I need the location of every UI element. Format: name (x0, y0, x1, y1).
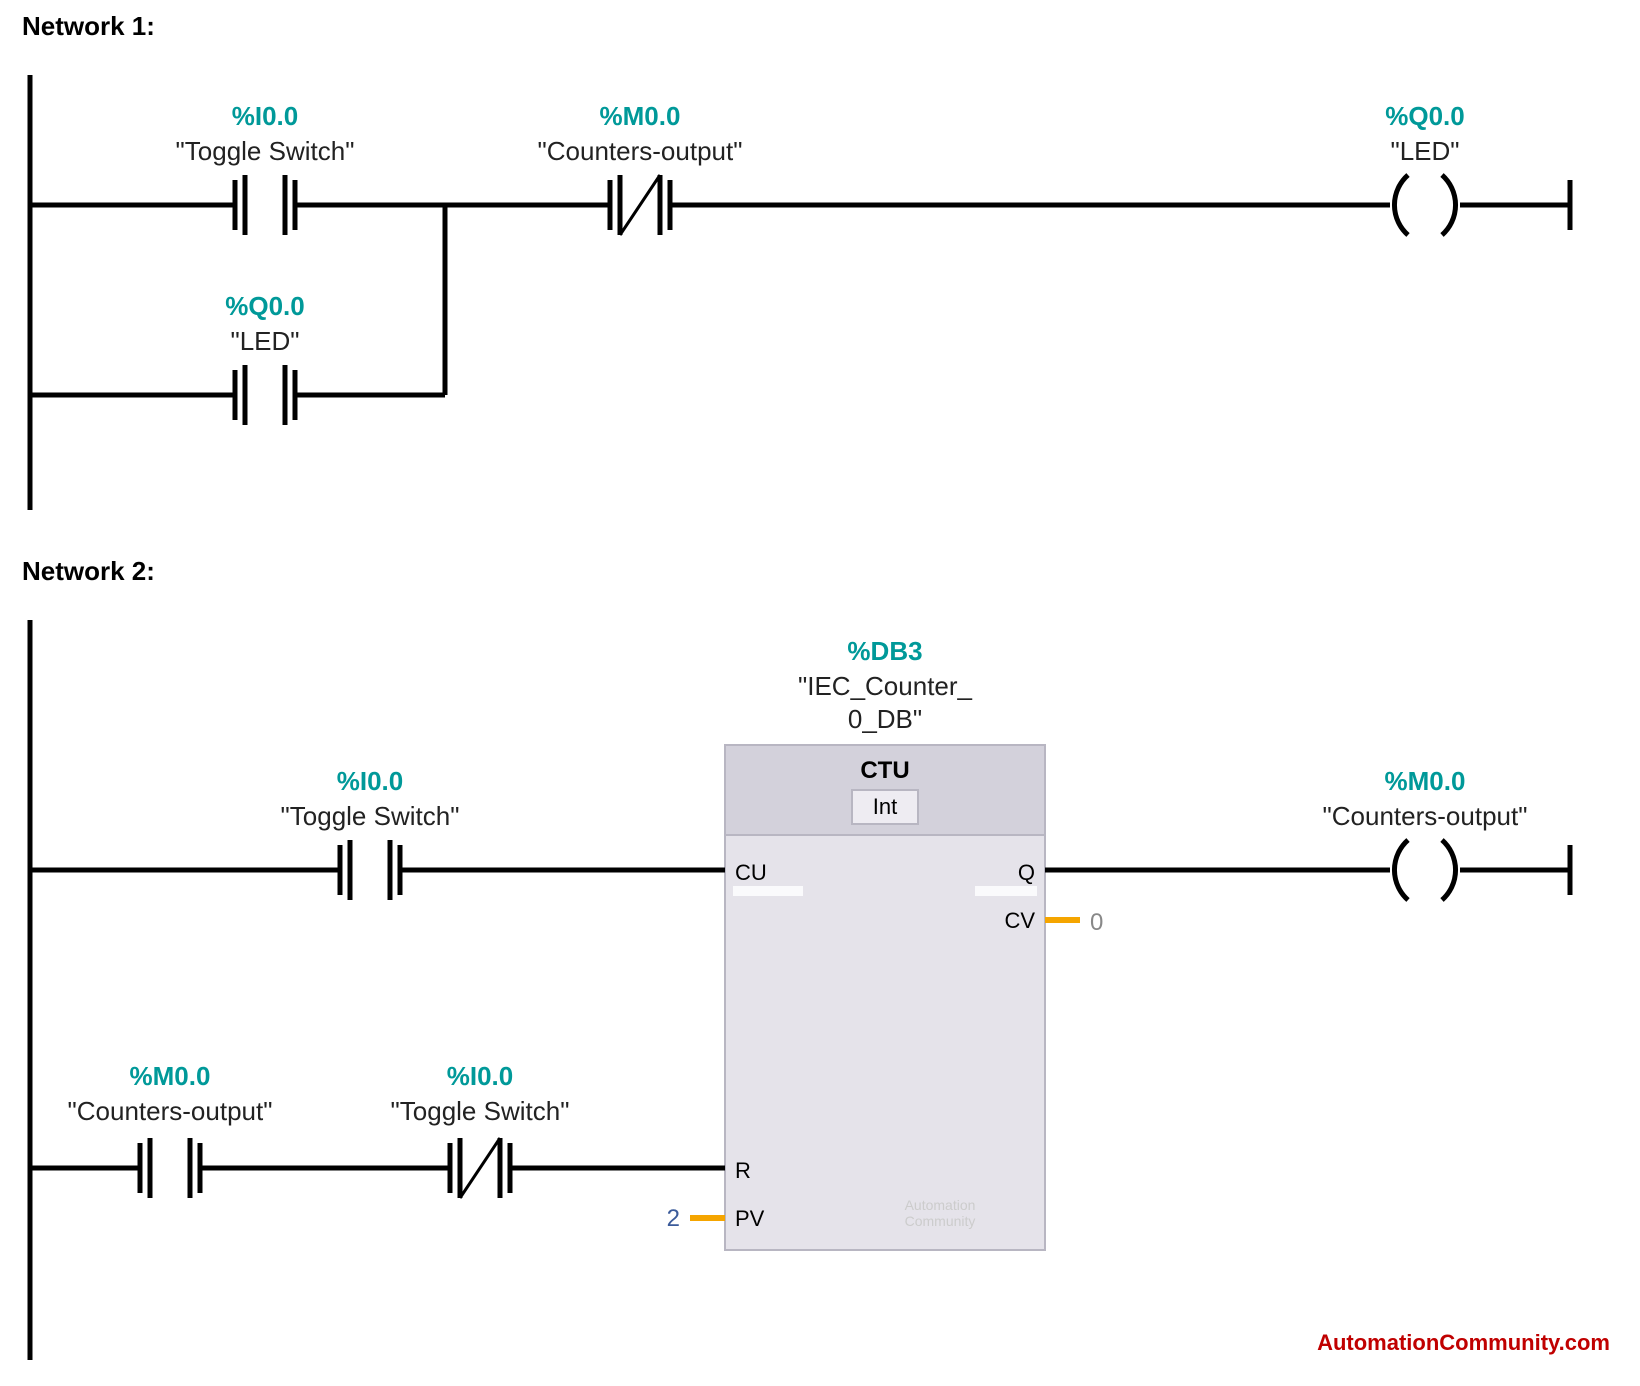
watermark: Community (905, 1213, 976, 1229)
port-q: Q (1018, 860, 1035, 885)
rung-cu: %I0.0 "Toggle Switch" (30, 766, 725, 900)
watermark: Automation (905, 1197, 976, 1213)
contact-address: %M0.0 (600, 101, 681, 131)
contact-symbol: "Toggle Switch" (391, 1096, 570, 1126)
contact-address: %I0.0 (337, 766, 404, 796)
block-db-address: %DB3 (847, 636, 922, 666)
ctu-block: CTU Int CU Q CV R PV Automation Communit… (725, 745, 1045, 1250)
contact-symbol: "Toggle Switch" (281, 801, 460, 831)
coil-address: %M0.0 (1385, 766, 1466, 796)
ladder-diagram: Network 1: %I0.0 "Toggle Switch" %M0.0 "… (0, 0, 1640, 1386)
credit-text: AutomationCommunity.com (1317, 1330, 1610, 1355)
coil-address: %Q0.0 (1385, 101, 1465, 131)
rung-r: %M0.0 "Counters-output" %I0.0 "Toggle Sw… (30, 1061, 725, 1198)
coil-symbol: "Counters-output" (1323, 801, 1528, 831)
block-name: CTU (860, 757, 909, 784)
contact-address: %I0.0 (232, 101, 299, 131)
coil-symbol: "LED" (1390, 136, 1459, 166)
network2-title: Network 2: (22, 556, 155, 586)
port-pv: PV (735, 1206, 765, 1231)
contact-address: %Q0.0 (225, 291, 305, 321)
rung1-branch: %Q0.0 "LED" (30, 291, 445, 425)
rung-q: %M0.0 "Counters-output" (1045, 766, 1570, 900)
cv-value: 0 (1090, 909, 1103, 936)
pv-input: 2 (667, 1205, 725, 1232)
port-cv: CV (1004, 908, 1035, 933)
contact-address: %I0.0 (447, 1061, 514, 1091)
port-r: R (735, 1158, 751, 1183)
port-cu: CU (735, 860, 767, 885)
contact-symbol: "Counters-output" (538, 136, 743, 166)
contact-address: %M0.0 (130, 1061, 211, 1091)
pv-value: 2 (667, 1205, 680, 1232)
contact-symbol: "LED" (230, 326, 299, 356)
block-db-symbol: 0_DB" (848, 704, 922, 734)
contact-symbol: "Toggle Switch" (176, 136, 355, 166)
contact-symbol: "Counters-output" (68, 1096, 273, 1126)
network1-title: Network 1: (22, 11, 155, 41)
block-type: Int (873, 794, 897, 819)
block-db-symbol: "IEC_Counter_ (798, 671, 973, 701)
cv-output: 0 (1045, 909, 1103, 936)
